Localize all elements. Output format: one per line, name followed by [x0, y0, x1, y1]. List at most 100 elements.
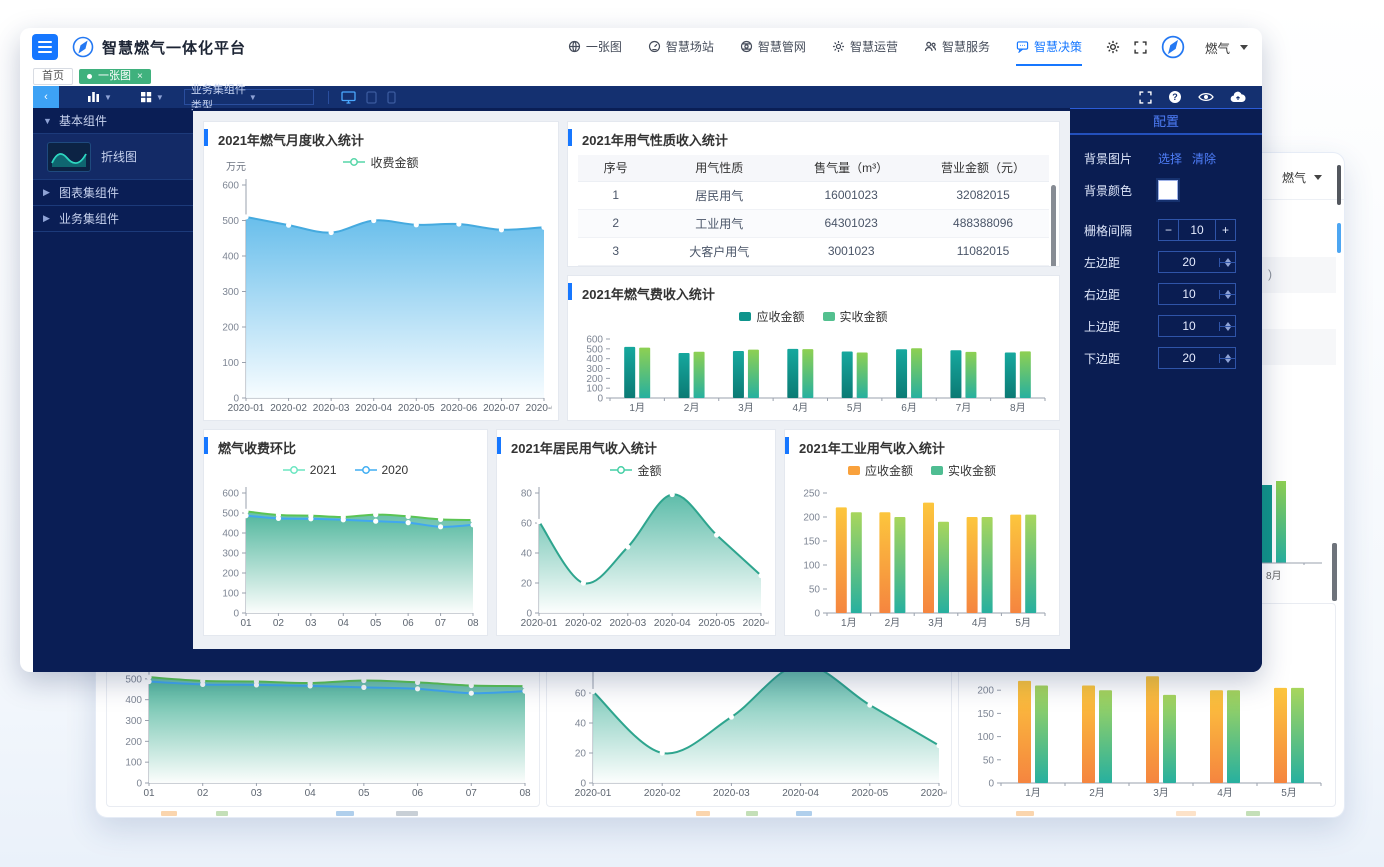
svg-text:200: 200	[125, 737, 142, 748]
decrement-button[interactable]	[1220, 263, 1235, 267]
config-row-grid-gap: 栅格间隔 − 10 +	[1070, 215, 1262, 245]
margin-stepper[interactable]: 20	[1158, 251, 1236, 273]
table-cell: 32082015	[917, 181, 1049, 209]
panel-gas-nature-table[interactable]: 2021年用气性质收入统计 序号用气性质售气量（m³）营业金额（元）1居民用气1…	[567, 121, 1060, 267]
scrollbar[interactable]	[1337, 165, 1341, 205]
scrollbar[interactable]	[1337, 223, 1341, 253]
svg-text:0: 0	[136, 779, 142, 790]
nav-item-decision[interactable]: 智慧决策	[1016, 28, 1082, 66]
bg-image-clear-link[interactable]: 清除	[1192, 150, 1216, 167]
preview-eye-icon[interactable]	[1198, 91, 1214, 103]
nav-item-ops[interactable]: 智慧运营	[832, 28, 898, 66]
config-tab[interactable]: 配置	[1070, 109, 1262, 135]
org-selector[interactable]: 燃气	[1205, 38, 1248, 57]
desktop-preview-icon[interactable]	[341, 91, 356, 104]
help-icon[interactable]: ?	[1168, 90, 1182, 104]
ops-icon	[832, 40, 845, 53]
bg-org-selector[interactable]: 燃气	[1282, 169, 1322, 186]
svg-text:02: 02	[197, 788, 209, 799]
phone-preview-icon[interactable]	[387, 91, 396, 104]
component-type-select[interactable]: 业务集组件类型 ▼	[184, 89, 314, 105]
decrement-button[interactable]: −	[1159, 220, 1179, 240]
panel-monthly-income[interactable]: 2021年燃气月度收入统计 万元收费金额 0100200300400500600…	[203, 121, 559, 421]
legend-fragment	[796, 811, 812, 816]
panel-industry-income[interactable]: 2021年工业用气收入统计 应收金额实收金额 0501001502002501月…	[784, 429, 1060, 636]
tab-label: 一张图	[98, 70, 131, 83]
legend-item[interactable]: 实收金额	[931, 462, 996, 479]
menu-toggle-button[interactable]	[32, 34, 58, 60]
legend-item[interactable]: 收费金额	[343, 154, 418, 171]
table-header-cell: 营业金额（元）	[917, 155, 1049, 181]
bg-image-choose-link[interactable]: 选择	[1158, 150, 1182, 167]
legend-item[interactable]: 应收金额	[739, 308, 804, 325]
svg-text:4月: 4月	[972, 617, 988, 629]
svg-text:2020-01: 2020-01	[575, 788, 612, 799]
legend-item[interactable]: 2021	[283, 463, 337, 477]
sidebar-group-2[interactable]: ▶图表集组件	[33, 180, 193, 206]
components-sidebar: ▼基本组件折线图▶图表集组件▶业务集组件	[33, 108, 193, 672]
svg-text:100: 100	[586, 384, 603, 395]
decrement-button[interactable]	[1220, 327, 1235, 331]
main-window: 智慧燃气一体化平台 一张图智慧场站智慧管网智慧运营智慧服务智慧决策	[20, 28, 1262, 672]
collapse-sidebar-button[interactable]: ‹	[33, 86, 59, 108]
table-row[interactable]: 2工业用气64301023488388096	[578, 209, 1049, 237]
grid-gap-stepper[interactable]: − 10 +	[1158, 219, 1236, 241]
legend-label: 实收金额	[948, 462, 996, 479]
chart-components-menu[interactable]: ▼	[87, 91, 112, 103]
app-header: 智慧燃气一体化平台 一张图智慧场站智慧管网智慧运营智慧服务智慧决策	[20, 28, 1262, 66]
sidebar-item-line-chart[interactable]: 折线图	[33, 134, 193, 180]
svg-text:50: 50	[983, 755, 995, 766]
tablet-preview-icon[interactable]	[366, 91, 377, 104]
fullscreen-icon[interactable]	[1134, 41, 1147, 54]
table-row[interactable]: 3大客户用气300102311082015	[578, 237, 1049, 265]
svg-text:2020-07: 2020-07	[483, 403, 520, 414]
legend-item[interactable]: 金额	[610, 462, 661, 479]
service-icon	[924, 40, 937, 53]
scrollbar[interactable]	[1332, 543, 1337, 601]
table-cell: 16001023	[785, 181, 917, 209]
close-icon[interactable]: ×	[137, 70, 143, 83]
decrement-button[interactable]	[1220, 295, 1235, 299]
org-logo-icon	[1161, 35, 1185, 59]
settings-gear-icon[interactable]	[1106, 40, 1120, 54]
nav-item-station[interactable]: 智慧场站	[648, 28, 714, 66]
legend-item[interactable]: 应收金额	[848, 462, 913, 479]
panel-fee-income[interactable]: 2021年燃气费收入统计 应收金额实收金额 010020030040050060…	[567, 275, 1060, 421]
svg-text:0: 0	[814, 609, 820, 620]
fullscreen-icon[interactable]	[1139, 91, 1152, 104]
sidebar-group-3[interactable]: ▶业务集组件	[33, 206, 193, 232]
panel-fee-mom[interactable]: 燃气收费环比 20212020 010020030040050060001020…	[203, 429, 488, 636]
scrollbar[interactable]	[1051, 185, 1056, 266]
nav-item-service[interactable]: 智慧服务	[924, 28, 990, 66]
svg-text:400: 400	[586, 354, 603, 365]
margin-stepper[interactable]: 10	[1158, 283, 1236, 305]
decrement-button[interactable]	[1220, 359, 1235, 363]
field-label: 下边距	[1084, 350, 1158, 367]
nav-item-network[interactable]: 智慧管网	[740, 28, 806, 66]
widget-components-menu[interactable]: ▼	[140, 91, 164, 103]
svg-text:400: 400	[222, 529, 239, 540]
margin-stepper[interactable]: 10	[1158, 315, 1236, 337]
svg-text:600: 600	[222, 489, 239, 500]
legend-item[interactable]: 实收金额	[823, 308, 888, 325]
legend-label: 金额	[637, 462, 661, 479]
svg-text:2020-02: 2020-02	[565, 618, 602, 629]
svg-text:300: 300	[586, 364, 603, 375]
bg-color-swatch[interactable]	[1158, 180, 1178, 200]
nav-label: 智慧服务	[942, 38, 990, 55]
dashboard-canvas[interactable]: 2021年燃气月度收入统计 万元收费金额 0100200300400500600…	[193, 111, 1070, 649]
desktop: 燃气 ) 8月 01002003004005	[0, 0, 1384, 867]
legend-item[interactable]: 2020	[355, 463, 409, 477]
increment-button[interactable]: +	[1215, 220, 1235, 240]
panel-resident-income[interactable]: 2021年居民用气收入统计 金额 0204060802020-012020-02…	[496, 429, 776, 636]
save-cloud-icon[interactable]	[1230, 91, 1246, 103]
svg-text:07: 07	[435, 618, 447, 629]
active-tab[interactable]: 一张图 ×	[79, 69, 151, 84]
margin-stepper[interactable]: 20	[1158, 347, 1236, 369]
sidebar-group-1[interactable]: ▼基本组件	[33, 108, 193, 134]
nav-item-globe[interactable]: 一张图	[568, 28, 622, 66]
table-cell: 3001023	[785, 237, 917, 265]
breadcrumb-home[interactable]: 首页	[33, 68, 73, 85]
table-row[interactable]: 1居民用气1600102332082015	[578, 181, 1049, 209]
globe-icon	[568, 40, 581, 53]
